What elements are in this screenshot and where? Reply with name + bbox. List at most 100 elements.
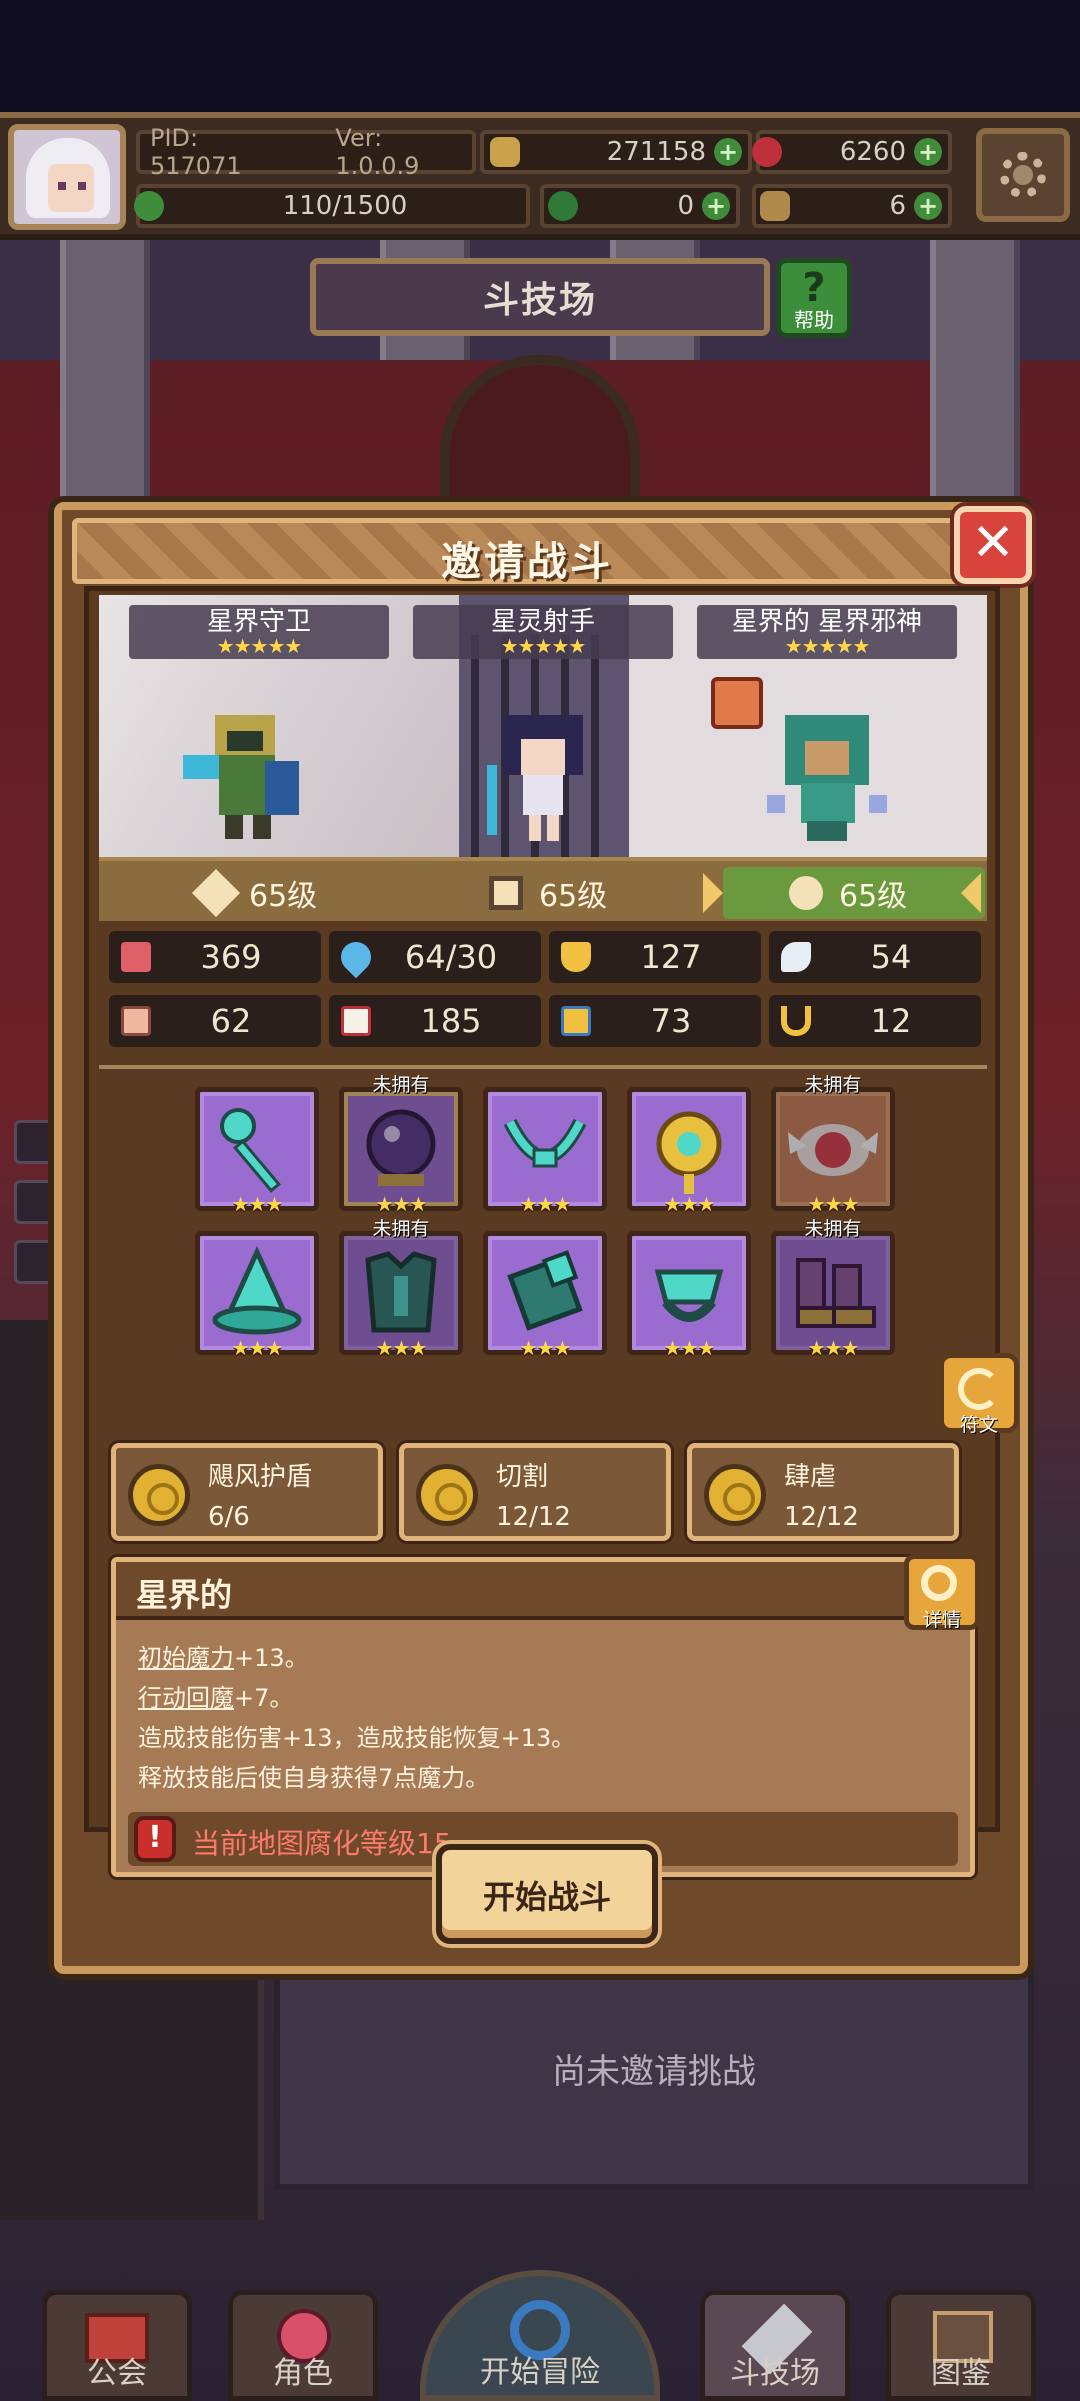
stat-luck: 12 — [769, 995, 981, 1047]
stat-value: 54 — [870, 938, 912, 976]
add-key-button[interactable]: + — [914, 192, 942, 220]
set-effect-keyword[interactable]: 初始魔力 — [138, 1644, 234, 1672]
add-clover-button[interactable]: + — [702, 192, 730, 220]
equipment-stars: ★★★ — [231, 1336, 284, 1360]
hero-card-1[interactable]: 星界守卫 ★★★★★ — [129, 605, 389, 659]
nav-label: 斗技场 — [730, 2356, 820, 2391]
set-effect-keyword[interactable]: 行动回魔 — [138, 1684, 234, 1712]
unowned-overlay — [344, 1092, 458, 1206]
details-button[interactable]: 详情 — [904, 1554, 980, 1631]
astral-archer-sprite — [487, 715, 583, 841]
wing-icon — [781, 942, 811, 972]
level-text: 65级 — [249, 879, 318, 914]
equipment-slot-heart-charm[interactable]: 未拥有 ★★★ — [771, 1074, 895, 1216]
gear-center — [1013, 165, 1033, 185]
dialog-header: 邀请战斗 — [72, 518, 972, 585]
nav-label: 开始冒险 — [480, 2355, 600, 2390]
nav-role[interactable]: 角色 — [228, 2290, 378, 2401]
details-label: 详情 — [922, 1609, 961, 1631]
clover-value: 0 — [677, 191, 694, 221]
skill-card-1[interactable]: 飓风护盾 6/6 — [111, 1443, 383, 1541]
equipment-slot-orb[interactable]: 未拥有 ★★★ — [339, 1074, 463, 1216]
red-gem-icon — [752, 137, 782, 167]
level-text: 65级 — [839, 879, 908, 914]
help-button[interactable]: ? 帮助 — [776, 258, 852, 338]
exp-value: 110/1500 — [282, 191, 408, 221]
close-icon: ✕ — [971, 513, 1015, 573]
set-name: 星界的 — [136, 1576, 233, 1614]
stat-value: 369 — [200, 938, 262, 976]
stat-value: 62 — [210, 1002, 252, 1040]
stat-value: 185 — [420, 1002, 482, 1040]
equipment-slot-boots[interactable]: 未拥有 ★★★ — [771, 1218, 895, 1360]
settings-button[interactable] — [976, 128, 1070, 222]
skill-name: 飓风护盾 — [208, 1462, 313, 1492]
skill-card-2[interactable]: 切割 12/12 — [399, 1443, 671, 1541]
hero-level-3: 65级 — [789, 871, 907, 915]
equipment-slot-staff[interactable]: ★★★ — [195, 1087, 319, 1216]
equipment-slot-necklace[interactable]: ★★★ — [483, 1087, 607, 1216]
equipment-stars: ★★★ — [375, 1192, 428, 1216]
not-invited-panel: 尚未邀请挑战 — [274, 1940, 1034, 2190]
skill-card-3[interactable]: 肆虐 12/12 — [687, 1443, 959, 1541]
close-button[interactable]: ✕ — [954, 506, 1032, 584]
hero-prev-arrow-icon[interactable] — [703, 873, 723, 913]
fist-icon — [121, 1006, 151, 1036]
horseshoe-icon — [781, 1006, 811, 1036]
nav-label: 公会 — [87, 2356, 147, 2391]
add-gem-button[interactable]: + — [914, 138, 942, 166]
set-effect-line: 初始魔力+13。 — [138, 1638, 309, 1673]
equipment-slot-hat[interactable]: ★★★ — [195, 1231, 319, 1360]
side-tab-button[interactable] — [14, 1240, 58, 1284]
set-effect-line: 行动回魔+7。 — [138, 1678, 293, 1713]
start-battle-button[interactable]: 开始战斗 — [436, 1844, 658, 1944]
side-tab-button[interactable] — [14, 1180, 58, 1224]
not-invited-text: 尚未邀请挑战 — [552, 2052, 756, 2092]
hero-stars: ★★★★★ — [500, 634, 587, 658]
hero-name: 星灵射手 — [490, 607, 595, 637]
stat-hp: 369 — [109, 931, 321, 983]
set-effect-line: 造成技能伤害+13，造成技能恢复+13。 — [138, 1724, 576, 1752]
stat-speed: 54 — [769, 931, 981, 983]
team-heroes: 星界守卫 ★★★★★ 星灵射手 ★★★★★ 星界的 星界邪神 ★★★★★ — [99, 595, 987, 857]
avatar-face — [48, 164, 94, 212]
hero-card-3[interactable]: 星界的 星界邪神 ★★★★★ — [697, 605, 957, 659]
add-gold-button[interactable]: + — [714, 138, 742, 166]
set-bonus-panel: 星界的 详情 初始魔力+13。 行动回魔+7。 造成技能伤害+13，造成技能恢复… — [111, 1554, 980, 1877]
skill-count: 6/6 — [208, 1502, 250, 1532]
nav-guild[interactable]: 公会 — [42, 2290, 192, 2401]
pid-version-bar: PID: 517071 Ver: 1.0.0.9 — [136, 124, 476, 180]
sword-icon — [191, 868, 241, 918]
exp-bar: 110/1500 — [134, 184, 530, 228]
avatar-eye — [58, 182, 66, 190]
rune-button[interactable]: 符文 — [939, 1353, 1019, 1436]
hero-badge-icon[interactable] — [711, 677, 763, 729]
side-tab-button[interactable] — [14, 1120, 58, 1164]
equipment-slot-ring[interactable]: ★★★ — [627, 1231, 751, 1360]
equipment-stars: ★★★ — [807, 1336, 860, 1360]
stat-mana: 64/30 — [329, 931, 541, 983]
equipment-slot-armor[interactable]: 未拥有 ★★★ — [339, 1218, 463, 1360]
nav-start-adventure[interactable]: 开始冒险 — [420, 2270, 660, 2401]
avatar[interactable] — [8, 124, 126, 230]
level-text: 65级 — [539, 879, 608, 914]
equipment-stars: ★★★ — [519, 1336, 572, 1360]
staff-icon — [220, 1108, 281, 1193]
equipment-slot-gauntlet[interactable]: ★★★ — [483, 1231, 607, 1360]
book-icon — [341, 1006, 371, 1036]
equipment-stars: ★★★ — [231, 1192, 284, 1216]
equipment-slot-amulet[interactable]: ★★★ — [627, 1087, 751, 1216]
arena-title: 斗技场 — [482, 280, 597, 321]
divider — [99, 1065, 987, 1069]
staff-icon — [789, 876, 823, 910]
unowned-overlay — [344, 1236, 458, 1350]
invite-battle-dialog: 邀请战斗 ✕ 星界守卫 ★★★★★ 星灵射手 ★★★★★ 星界的 星界邪神 ★★… — [54, 502, 1032, 1974]
bottom-nav: 公会 角色 开始冒险 斗技场 图鉴 — [0, 2260, 1080, 2401]
set-effect-value: +13。 — [234, 1644, 309, 1672]
set-effect-value: +7。 — [234, 1684, 294, 1712]
hero-card-2[interactable]: 星灵射手 ★★★★★ — [413, 605, 673, 659]
nav-codex[interactable]: 图鉴 — [886, 2290, 1036, 2401]
nav-arena[interactable]: 斗技场 — [700, 2290, 850, 2401]
stat-value: 127 — [640, 938, 702, 976]
unowned-overlay — [776, 1236, 890, 1350]
